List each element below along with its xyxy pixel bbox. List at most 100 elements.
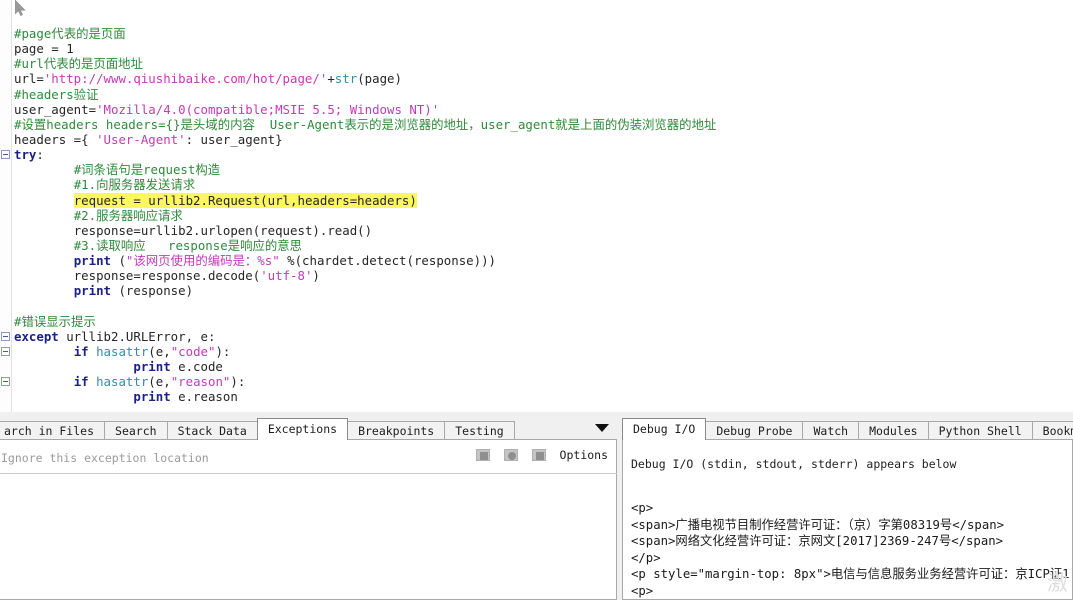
- panel-icon-1[interactable]: [475, 449, 490, 461]
- code-token: #2.服务器响应请求: [73, 207, 183, 223]
- panel-icon-3[interactable]: [531, 449, 546, 461]
- code-editor[interactable]: #page代表的是页面 page = 1 #url代表的是页面地址 url='http…: [0, 0, 1073, 412]
- panel-divider: [0, 473, 618, 474]
- tab-arch-in-files[interactable]: arch in Files: [0, 421, 106, 440]
- code-line: request = urllib2.Request(url,headers=he…: [14, 192, 1073, 208]
- tab-python-shell[interactable]: Python Shell: [927, 421, 1033, 440]
- tab-debug-probe[interactable]: Debug Probe: [705, 421, 804, 440]
- code-line: if hasattr(e,"reason"):: [14, 374, 1073, 389]
- debug-io-dock: Debug I/O Debug Probe Watch Modules Python S…: [622, 412, 1073, 600]
- right-dock-tabstrip[interactable]: Debug I/O Debug Probe Watch Modules Python S…: [622, 418, 1073, 440]
- tab-search[interactable]: Search: [104, 421, 168, 440]
- code-token: e.reason: [170, 389, 238, 405]
- code-line: try:: [14, 147, 1073, 162]
- code-line: #headers验证: [14, 87, 1073, 102]
- code-token: ):: [230, 374, 246, 390]
- ignore-exception-label: Ignore this exception location: [1, 451, 209, 465]
- code-token: try: [14, 147, 37, 163]
- code-token: 1: [66, 41, 74, 57]
- fold-toggle-icon[interactable]: [1, 150, 10, 160]
- watermark-text: 激: [1047, 571, 1068, 595]
- code-token: 'utf-8': [260, 268, 313, 284]
- code-token: hasattr: [96, 343, 149, 359]
- options-button[interactable]: Options: [560, 448, 608, 462]
- code-token: if: [73, 374, 89, 390]
- ide-window: #page代表的是页面 page = 1 #url代表的是页面地址 url='http…: [0, 0, 1073, 600]
- code-token: request = urllib2.Request(url,headers=he…: [73, 192, 417, 208]
- code-line: if hasattr(e,"code"):: [14, 344, 1073, 359]
- code-line: #1.向服务器发送请求: [14, 177, 1073, 192]
- mouse-cursor-icon: [15, 0, 26, 16]
- exceptions-toolbar[interactable]: Options: [475, 448, 608, 462]
- code-line: page = 1: [14, 41, 1073, 56]
- code-token: (e,: [148, 374, 171, 390]
- fold-toggle-icon[interactable]: [1, 377, 10, 387]
- code-line: headers ={ 'User-Agent': user_agent}: [14, 132, 1073, 147]
- code-token: #设置headers headers={}是头域的内容 User-Agent表示…: [14, 116, 717, 132]
- tab-breakpoints[interactable]: Breakpoints: [347, 421, 446, 440]
- code-line: response=urllib2.urlopen(request).read(): [14, 223, 1073, 238]
- code-token: (page): [357, 71, 402, 87]
- exceptions-panel-body: Ignore this exception location Options: [0, 440, 618, 600]
- code-line: #page代表的是页面: [14, 26, 1073, 41]
- tab-debug-i-o[interactable]: Debug I/O: [622, 418, 707, 440]
- code-token: 'Mozilla/4.0(compatible;MSIE 5.5; Window…: [96, 101, 440, 117]
- code-token: urllib2.URLError, e:: [58, 328, 216, 344]
- code-token: %(chardet.detect(response))): [279, 253, 497, 269]
- code-token: headers ={: [14, 131, 97, 147]
- tab-modules[interactable]: Modules: [858, 421, 929, 440]
- code-token: "该网页使用的编码是：%s": [125, 253, 280, 269]
- fold-toggle-icon[interactable]: [1, 332, 10, 341]
- panel-icon-2[interactable]: [503, 449, 518, 461]
- code-token: #page代表的是页面: [14, 26, 126, 41]
- code-token: page =: [14, 41, 67, 57]
- debug-io-hint: Debug I/O (stdin, stdout, stderr) appear…: [631, 457, 957, 471]
- code-token: #url代表的是页面地址: [14, 56, 143, 72]
- code-token: ): [312, 268, 320, 284]
- code-token: :: [36, 147, 44, 163]
- code-line: response=response.decode('utf-8'): [14, 268, 1073, 283]
- code-token: except: [14, 328, 59, 344]
- code-line: except urllib2.URLError, e:: [14, 329, 1073, 344]
- code-token: print: [133, 359, 171, 375]
- fold-toggle-icon[interactable]: [1, 347, 10, 357]
- code-line: #url代表的是页面地址: [14, 56, 1073, 71]
- code-token: +: [327, 71, 335, 87]
- code-token: 'User-Agent': [96, 131, 186, 147]
- tab-exceptions[interactable]: Exceptions: [256, 418, 349, 440]
- editor-code-area[interactable]: #page代表的是页面 page = 1 #url代表的是页面地址 url='http…: [14, 26, 1073, 405]
- left-dock-tabstrip[interactable]: arch in Files Search Stack Data Exceptions B…: [0, 418, 515, 440]
- code-token: hasattr: [96, 374, 149, 390]
- code-line: url='http://www.qiushibaike.com/hot/page…: [14, 71, 1073, 86]
- code-line: print (response): [14, 283, 1073, 298]
- tab-testing[interactable]: Testing: [444, 421, 515, 440]
- code-token: print: [73, 253, 111, 269]
- code-token: (e,: [148, 343, 171, 359]
- chevron-down-icon[interactable]: [595, 424, 609, 432]
- tab-bookmarks[interactable]: Bookmarks: [1031, 421, 1073, 440]
- code-token: if: [73, 343, 89, 359]
- code-line: user_agent='Mozilla/4.0(compatible;MSIE …: [14, 102, 1073, 117]
- code-line: #词条语句是request构造: [14, 162, 1073, 177]
- code-token: #词条语句是request构造: [73, 162, 221, 178]
- code-token: user_agent=: [14, 101, 97, 117]
- debug-io-output: <p> <span>广播电视节目制作经营许可证：（京）字第08319号</spa…: [631, 501, 1070, 598]
- code-token: #headers验证: [14, 86, 99, 102]
- code-token: e.code: [170, 359, 223, 375]
- tab-watch[interactable]: Watch: [802, 421, 860, 440]
- code-token: #错误显示提示: [14, 313, 96, 329]
- code-token: #1.向服务器发送请求: [73, 177, 196, 193]
- code-token: url=: [14, 71, 44, 87]
- code-token: (: [111, 253, 126, 269]
- code-line: #3.读取响应 response是响应的意思: [14, 238, 1073, 253]
- code-token: "reason": [170, 374, 231, 390]
- code-token: #3.读取响应 response是响应的意思: [73, 237, 303, 253]
- code-token: print: [133, 389, 171, 405]
- exceptions-dock: arch in Files Search Stack Data Exceptions B…: [0, 412, 618, 600]
- debug-io-panel-body[interactable]: Debug I/O (stdin, stdout, stderr) appear…: [622, 440, 1073, 600]
- code-line: print e.reason: [14, 389, 1073, 404]
- tab-stack-data[interactable]: Stack Data: [166, 421, 258, 440]
